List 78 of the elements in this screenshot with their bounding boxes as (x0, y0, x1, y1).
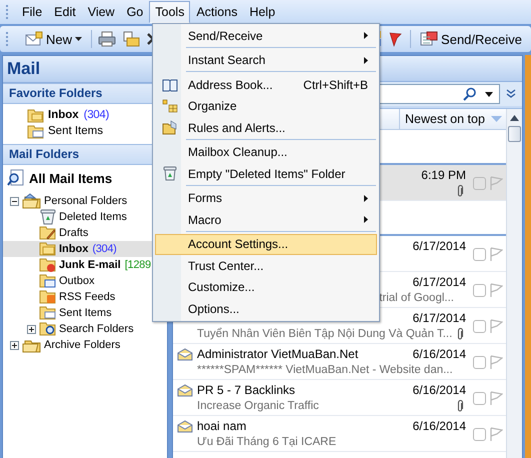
folder-icon (39, 225, 57, 241)
category-box[interactable] (473, 392, 486, 404)
menu-item[interactable]: Tools (149, 1, 190, 23)
scroll-thumb[interactable] (508, 126, 521, 142)
message-sender: hoai nam (197, 419, 246, 433)
category-box[interactable] (473, 176, 486, 190)
trash-icon (39, 209, 57, 225)
submenu-arrow-icon (364, 216, 368, 224)
submenu-arrow-icon (364, 56, 368, 64)
expand-icon[interactable] (10, 340, 19, 350)
search-icon (7, 169, 25, 187)
envelope-icon (177, 420, 193, 432)
folder-icon (39, 241, 57, 257)
message-preview: trial of Googl... (379, 292, 454, 304)
rules-icon (162, 120, 178, 136)
message-date: 6/17/2014 (412, 275, 466, 289)
folder-item[interactable]: Search Folders (3, 321, 167, 337)
new-mail-icon (25, 31, 43, 47)
message-row[interactable]: PR 5 - 7 Backlinks 6/16/2014 Increase Organic Traffic (173, 380, 506, 416)
message-date: 6:19 PM (421, 168, 466, 182)
expand-icon[interactable] (27, 324, 36, 334)
category-box[interactable] (473, 248, 486, 260)
message-row[interactable]: hoai nam 6/16/2014 Ưu Đãi Tháng 6 Tại ICARE (173, 416, 506, 452)
message-preview: Increase Organic Traffic (197, 400, 319, 412)
caret-icon (75, 37, 82, 41)
scroll-up-icon[interactable] (510, 115, 519, 121)
menu-item[interactable]: Edit (48, 1, 82, 23)
folders-icon (22, 193, 42, 209)
unread-count: (304) (82, 109, 110, 121)
folder-icon (39, 305, 57, 321)
unread-count: (304) (91, 243, 117, 255)
folder-icon (39, 273, 57, 289)
envelope-icon (177, 384, 193, 396)
menu-item[interactable]: File (16, 1, 48, 23)
caret-icon (485, 92, 493, 96)
menu-item[interactable]: Help (243, 1, 282, 23)
folder-item[interactable]: Archive Folders (3, 337, 167, 353)
category-box[interactable] (473, 356, 486, 368)
unread-count: [1289 (124, 259, 151, 271)
message-sender: Administrator VietMuaBan.Net (197, 347, 358, 361)
organize-icon (162, 99, 178, 114)
message-date: 6/17/2014 (412, 311, 466, 325)
message-date: 6/16/2014 (412, 383, 466, 397)
message-date: 6/16/2014 (412, 347, 466, 361)
envelope-icon (177, 348, 193, 360)
new-button[interactable]: New (22, 29, 86, 49)
folder-icon (39, 289, 57, 305)
book-icon (162, 78, 178, 92)
send-receive-button[interactable]: Send/Receive (417, 29, 525, 49)
shortcut-text: Ctrl+Shift+B (303, 78, 369, 92)
message-preview: Tuyển Nhân Viên Biên Tập Nội Dung Và Quản T... (197, 328, 452, 340)
message-row[interactable]: Administrator VietMuaBan.Net 6/16/2014 ******SPAM****** VietMuaBan.Net - Website dan... (173, 344, 506, 380)
flag-icon[interactable] (388, 31, 404, 47)
folder-icon (39, 257, 57, 273)
menu-item[interactable]: Account Settings... (155, 234, 377, 255)
menu-item[interactable]: View (82, 1, 121, 23)
message-preview: ******SPAM****** VietMuaBan.Net - Website dan... (197, 364, 453, 376)
menu-item[interactable]: Actions (190, 1, 244, 23)
message-date: 6/17/2014 (412, 239, 466, 253)
send-receive-icon (420, 31, 438, 47)
printer-icon[interactable] (98, 31, 116, 47)
folder-icon (39, 321, 57, 337)
submenu-arrow-icon (364, 32, 368, 40)
menu-item[interactable]: Go (120, 1, 150, 23)
category-box[interactable] (473, 428, 486, 440)
message-preview: Ưu Đãi Tháng 6 Tại ICARE (197, 436, 336, 448)
search-icon (463, 87, 477, 101)
folder-icon (27, 124, 45, 138)
category-box[interactable] (473, 320, 486, 332)
category-box[interactable] (473, 284, 486, 296)
collapse-icon[interactable] (10, 196, 19, 206)
message-date: 6/16/2014 (412, 419, 466, 433)
sort-icon (491, 116, 502, 122)
move-folder-icon[interactable] (122, 31, 140, 47)
message-sender: PR 5 - 7 Backlinks (197, 383, 296, 397)
submenu-arrow-icon (364, 194, 368, 202)
trash-icon (163, 166, 177, 182)
folder-icon (27, 108, 45, 122)
